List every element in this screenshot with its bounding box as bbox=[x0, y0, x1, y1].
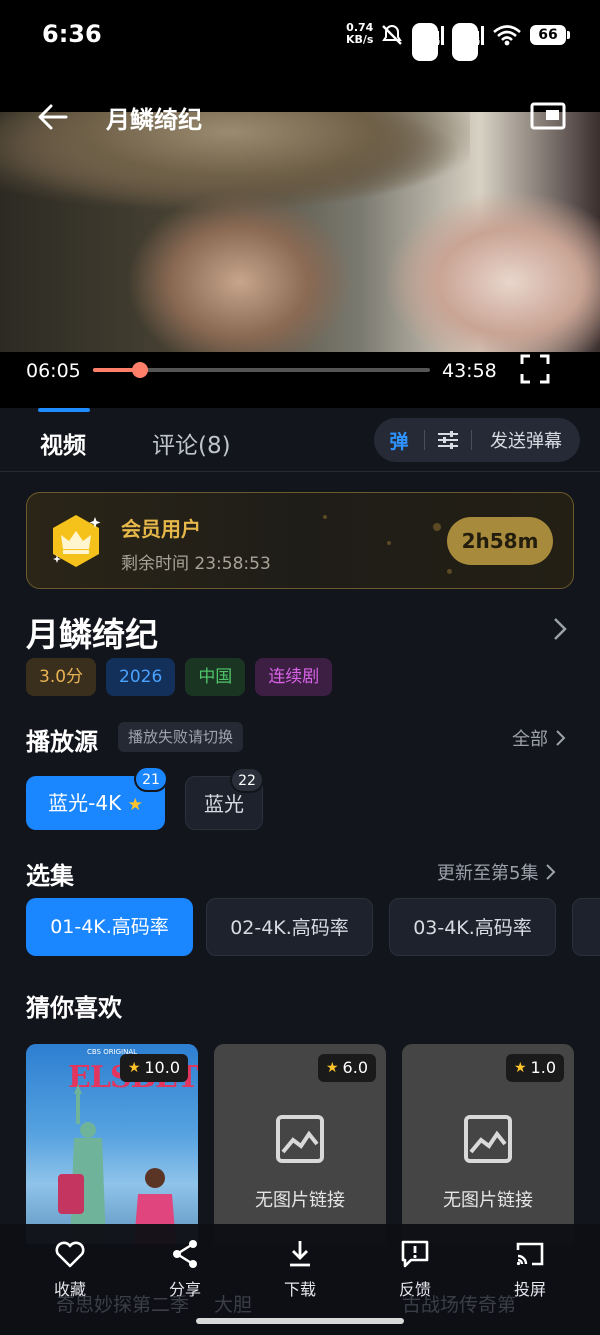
decor-dot bbox=[433, 523, 441, 531]
episodes-heading: 选集 bbox=[26, 862, 74, 890]
crown-icon bbox=[53, 515, 101, 567]
episodes-update-link[interactable]: 更新至第5集 bbox=[437, 859, 556, 885]
tab-video[interactable]: 视频 bbox=[38, 408, 90, 460]
partial-title: 古战场传奇第 bbox=[402, 1294, 517, 1316]
download-button[interactable]: 下载 bbox=[260, 1238, 340, 1300]
star-icon: ★ bbox=[325, 1060, 339, 1076]
clock: 6:36 bbox=[42, 20, 102, 48]
rating-badge: ★ 1.0 bbox=[505, 1054, 564, 1082]
episode-item[interactable]: 03-4K.高码率 bbox=[389, 898, 556, 956]
back-arrow-icon[interactable] bbox=[36, 100, 70, 134]
heart-icon bbox=[55, 1241, 85, 1268]
total-time: 43:58 bbox=[442, 360, 497, 382]
status-icons: 5G 5G 66 bbox=[380, 20, 570, 61]
no-image-label: 无图片链接 bbox=[255, 1190, 345, 1211]
content-tabs: 视频 评论(8) 弹 发送弹幕 bbox=[0, 408, 600, 472]
no-image-label: 无图片链接 bbox=[443, 1190, 533, 1211]
chevron-right-icon bbox=[556, 730, 566, 746]
episode-item[interactable]: 02-4K.高码率 bbox=[206, 898, 373, 956]
picture-in-picture-icon[interactable] bbox=[530, 102, 566, 130]
recommend-card[interactable]: ★ 1.0 无图片链接 bbox=[402, 1044, 574, 1244]
partial-title: 大胆 bbox=[214, 1294, 253, 1316]
genre-tag: 连续剧 bbox=[255, 658, 333, 696]
star-icon: ★ bbox=[513, 1060, 527, 1076]
chevron-right-icon[interactable] bbox=[550, 616, 570, 642]
broken-image-icon bbox=[464, 1115, 512, 1163]
decor-dot bbox=[447, 569, 452, 574]
recommend-card[interactable]: CBS ORIGINAL ELSBETH ★ 10.0 bbox=[26, 1044, 198, 1244]
share-icon bbox=[173, 1240, 197, 1268]
player-top-bar: 月鳞绮纪 bbox=[0, 70, 600, 162]
vip-card[interactable]: 会员用户 剩余时间 23:58:53 2h58m bbox=[26, 492, 574, 589]
show-title: 月鳞绮纪 bbox=[26, 615, 158, 654]
send-danmaku-button[interactable]: 发送弹幕 bbox=[472, 427, 580, 453]
star-icon: ★ bbox=[127, 1060, 141, 1076]
danmaku-bar: 弹 发送弹幕 bbox=[374, 418, 580, 462]
signal-icon-sim2: 5G bbox=[452, 23, 484, 61]
decor-dot bbox=[323, 515, 327, 519]
episode-item[interactable]: 01-4K.高码率 bbox=[26, 898, 193, 956]
sources-all-link[interactable]: 全部 bbox=[512, 725, 566, 751]
region-tag: 中国 bbox=[185, 658, 246, 696]
progress-knob[interactable] bbox=[131, 362, 148, 378]
source-count-badge: 22 bbox=[230, 767, 264, 793]
year-tag: 2026 bbox=[106, 658, 176, 696]
star-icon: ★ bbox=[127, 795, 143, 815]
current-time: 06:05 bbox=[26, 360, 81, 382]
source-bluray[interactable]: 蓝光 22 bbox=[185, 767, 264, 830]
recommend-list: CBS ORIGINAL ELSBETH ★ 10.0 ★ 6.0 bbox=[26, 1044, 600, 1244]
cast-icon bbox=[516, 1242, 544, 1266]
source-count-badge: 21 bbox=[134, 766, 168, 792]
score-tag: 3.0分 bbox=[26, 658, 97, 696]
battery-icon: 66 bbox=[530, 25, 570, 45]
player-controls: 06:05 43:58 bbox=[0, 352, 600, 408]
recommend-card[interactable]: ★ 6.0 无图片链接 bbox=[214, 1044, 386, 1244]
video-title: 月鳞绮纪 bbox=[106, 106, 202, 134]
status-bar: 6:36 0.74 KB/s 5G 5G 66 bbox=[0, 0, 600, 70]
recommend-heading: 猜你喜欢 bbox=[26, 994, 122, 1022]
rating-badge: ★ 10.0 bbox=[119, 1054, 188, 1082]
vip-remaining-time: 剩余时间 23:58:53 bbox=[121, 554, 271, 574]
signal-icon-sim1: 5G bbox=[412, 23, 444, 61]
vip-title: 会员用户 bbox=[121, 517, 201, 541]
partial-title: 奇思妙探第二季 bbox=[56, 1294, 190, 1316]
broken-image-icon bbox=[276, 1115, 324, 1163]
show-tags: 3.0分 2026 中国 连续剧 bbox=[26, 658, 333, 696]
rating-badge: ★ 6.0 bbox=[317, 1054, 376, 1082]
episode-list[interactable]: 01-4K.高码率 02-4K.高码率 03-4K.高码率 0 bbox=[26, 898, 600, 958]
chevron-right-icon bbox=[546, 864, 556, 880]
vip-time-badge: 2h58m bbox=[447, 517, 553, 565]
episode-item[interactable]: 0 bbox=[572, 898, 600, 956]
home-indicator[interactable] bbox=[196, 1318, 404, 1324]
progress-slider[interactable] bbox=[93, 362, 430, 378]
feedback-icon bbox=[401, 1240, 429, 1268]
sources-heading: 播放源 bbox=[26, 728, 98, 756]
danmaku-toggle[interactable]: 弹 bbox=[374, 427, 424, 454]
danmaku-settings-button[interactable] bbox=[425, 418, 471, 462]
download-icon bbox=[290, 1241, 310, 1267]
fullscreen-icon[interactable] bbox=[520, 354, 550, 384]
video-player[interactable]: 月鳞绮纪 06:05 43:58 bbox=[0, 70, 600, 408]
source-bluray-4k[interactable]: 蓝光-4K ★ 21 bbox=[26, 766, 168, 830]
tab-comments[interactable]: 评论(8) bbox=[152, 426, 231, 460]
decor-dot bbox=[387, 541, 391, 545]
mute-icon bbox=[382, 24, 402, 45]
sources-hint: 播放失败请切换 bbox=[118, 722, 244, 752]
sliders-icon bbox=[438, 431, 458, 449]
wifi-icon bbox=[493, 25, 521, 46]
statue-graphic bbox=[58, 1084, 106, 1244]
network-speed: 0.74 KB/s bbox=[346, 21, 374, 46]
